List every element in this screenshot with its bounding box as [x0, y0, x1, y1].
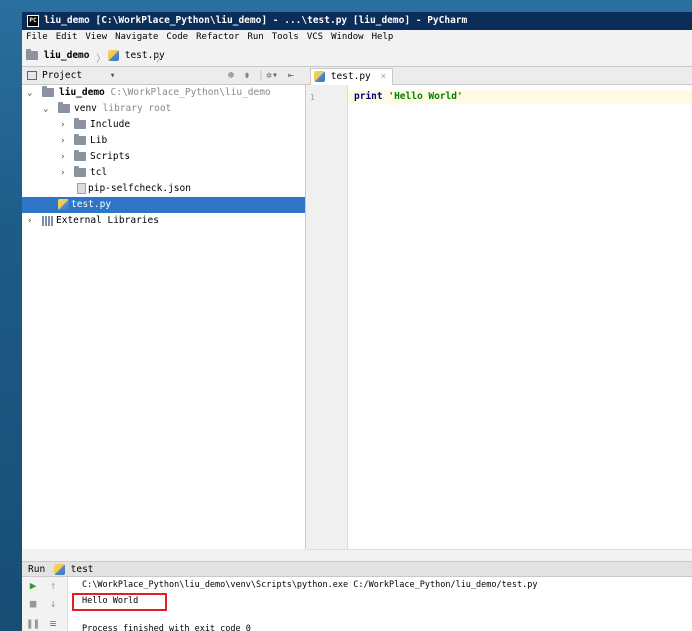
collapse-arrow-icon[interactable]: ›: [60, 133, 65, 149]
tree-item-external-libraries[interactable]: › External Libraries: [22, 213, 305, 229]
chevron-down-icon: ▾: [109, 70, 116, 81]
tree-item-label: External Libraries: [56, 215, 159, 226]
tree-item-venv[interactable]: ⌄ venv library root: [22, 101, 305, 117]
run-panel-title: Run: [28, 564, 46, 575]
tree-item-scripts[interactable]: › Scripts: [22, 149, 305, 165]
editor-gutter: 1: [306, 85, 348, 549]
tree-item-include[interactable]: › Include: [22, 117, 305, 133]
run-config-name: test: [70, 564, 94, 575]
tree-item-label: Include: [90, 119, 131, 130]
tree-item-label: Lib: [90, 135, 108, 146]
project-view-icon: [27, 71, 37, 80]
editor-horizontal-scrollbar[interactable]: [306, 549, 692, 561]
folder-icon: [26, 49, 38, 60]
desktop-background-top: [0, 0, 692, 12]
pause-icon[interactable]: ❚❚: [26, 617, 40, 631]
collapse-arrow-icon[interactable]: ›: [60, 165, 65, 181]
folder-icon: [58, 101, 70, 117]
tree-item-pip-selfcheck[interactable]: pip-selfcheck.json: [22, 181, 305, 197]
code-line-1[interactable]: print 'Hello World': [354, 90, 463, 104]
toolbar-divider: |: [258, 70, 265, 81]
collapse-arrow-icon[interactable]: ›: [27, 213, 32, 229]
code-keyword: print: [354, 91, 383, 102]
pycharm-window: PC liu_demo [C:\WorkPlace_Python\liu_dem…: [22, 12, 692, 631]
python-file-icon: [58, 197, 69, 213]
breadcrumb-project[interactable]: liu_demo: [26, 49, 90, 63]
tree-item-label: pip-selfcheck.json: [88, 183, 191, 194]
menu-bar: File Edit View Navigate Code Refactor Run Tools…: [22, 30, 692, 45]
menu-code[interactable]: Code: [162, 30, 192, 45]
tree-item-label: liu_demo: [59, 87, 105, 98]
python-file-icon: [314, 71, 325, 82]
breadcrumb-separator-icon: 〉: [96, 54, 106, 65]
tree-item-test-py[interactable]: test.py: [22, 197, 305, 213]
navigation-bar: liu_demo 〉 test.py 〉: [22, 45, 692, 67]
folder-icon: [74, 117, 86, 133]
window-title: liu_demo [C:\WorkPlace_Python\liu_demo] …: [44, 15, 468, 26]
library-icon: [42, 213, 54, 229]
folder-icon: [74, 165, 86, 181]
project-tree: ⌄ liu_demo C:\WorkPlace_Python\liu_demo …: [22, 85, 306, 549]
tree-item-tcl[interactable]: › tcl: [22, 165, 305, 181]
menu-window[interactable]: Window: [327, 30, 368, 45]
menu-vcs[interactable]: VCS: [303, 30, 327, 45]
editor-tab-bar: test.py ×: [306, 67, 692, 85]
output-highlight-box: [72, 593, 167, 611]
desktop-background-left: [0, 0, 22, 631]
folder-icon: [74, 149, 86, 165]
collapse-arrow-icon[interactable]: ›: [60, 149, 65, 165]
scroll-up-icon[interactable]: ↑: [46, 579, 60, 593]
tree-item-path-hint: C:\WorkPlace_Python\liu_demo: [110, 87, 271, 98]
tree-item-label: Scripts: [90, 151, 131, 162]
rerun-icon[interactable]: ▶: [26, 579, 40, 593]
menu-navigate[interactable]: Navigate: [111, 30, 162, 45]
line-number: 1: [310, 93, 315, 102]
expand-arrow-icon[interactable]: ⌄: [27, 85, 32, 101]
title-bar[interactable]: PC liu_demo [C:\WorkPlace_Python\liu_dem…: [22, 12, 692, 30]
python-file-icon: [108, 50, 119, 61]
project-view-selector[interactable]: Project ▾: [42, 69, 116, 83]
expand-arrow-icon[interactable]: ⌄: [43, 101, 48, 117]
breadcrumb-separator-icon: 〉: [156, 54, 166, 65]
console-exit-line: Process finished with exit code 0: [82, 624, 251, 631]
project-panel-title: Project: [42, 70, 83, 81]
editor-tab-label: test.py: [330, 71, 371, 82]
folder-icon: [74, 133, 86, 149]
run-panel-header: Run test: [22, 561, 692, 577]
console-command-line: C:\WorkPlace_Python\liu_demo\venv\Script…: [82, 580, 538, 590]
json-file-icon: [77, 181, 86, 197]
pycharm-app-icon: PC: [27, 15, 39, 27]
tree-item-label: venv: [74, 103, 97, 114]
locate-file-icon[interactable]: ⊕: [228, 69, 234, 83]
soft-wrap-icon[interactable]: ≡: [46, 617, 60, 631]
menu-edit[interactable]: Edit: [52, 30, 82, 45]
code-string-literal: 'Hello World': [388, 91, 463, 102]
gear-icon[interactable]: ✲▾: [266, 69, 278, 83]
collapse-arrow-icon[interactable]: ›: [60, 117, 65, 133]
tree-item-label: test.py: [71, 199, 112, 210]
folder-icon: [42, 85, 54, 101]
menu-file[interactable]: File: [22, 30, 52, 45]
hide-panel-icon[interactable]: ⇤: [288, 69, 294, 83]
breadcrumb-project-label: liu_demo: [43, 50, 90, 61]
tree-item-label: tcl: [90, 167, 108, 178]
project-panel-header: Project ▾ ⊕ ⇟ | ✲▾ ⇤: [22, 67, 306, 85]
tree-item-hint: library root: [102, 103, 172, 114]
menu-tools[interactable]: Tools: [268, 30, 303, 45]
close-icon[interactable]: ×: [381, 71, 387, 82]
collapse-all-icon[interactable]: ⇟: [244, 69, 250, 83]
tree-item-liu-demo[interactable]: ⌄ liu_demo C:\WorkPlace_Python\liu_demo: [22, 85, 305, 101]
tree-item-lib[interactable]: › Lib: [22, 133, 305, 149]
menu-view[interactable]: View: [81, 30, 111, 45]
menu-run[interactable]: Run: [243, 30, 267, 45]
python-run-config-icon: [53, 564, 65, 575]
menu-refactor[interactable]: Refactor: [192, 30, 243, 45]
scroll-down-icon[interactable]: ↓: [46, 597, 60, 611]
run-toolbar: ▶ ↑ ■ ↓ ❚❚ ≡: [22, 577, 68, 631]
code-editor[interactable]: print 'Hello World': [348, 85, 692, 549]
menu-help[interactable]: Help: [368, 30, 398, 45]
editor-tab-test-py[interactable]: test.py ×: [310, 68, 394, 85]
stop-icon[interactable]: ■: [26, 597, 40, 611]
